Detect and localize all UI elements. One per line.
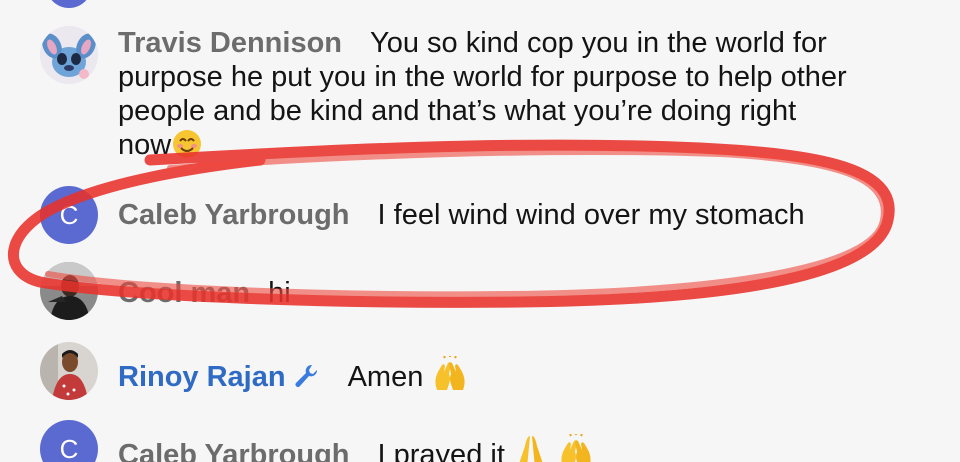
stitch-avatar-image	[40, 26, 98, 84]
chat-message: Travis Dennison You so kind cop you in th…	[0, 26, 960, 166]
cool-man-avatar-image	[40, 262, 98, 320]
message-text-line-3: people and be kind and that’s what you’r…	[118, 95, 797, 127]
message-body: Rinoy Rajan Amen	[118, 355, 928, 400]
message-text: Amen	[347, 361, 424, 393]
message-text-line-4: now	[118, 129, 172, 161]
smiling-face-icon	[171, 128, 203, 168]
author-name[interactable]: Rinoy Rajan	[118, 361, 320, 393]
message-body: Cool man hi	[118, 276, 928, 310]
author-name[interactable]: Travis Dennison	[118, 27, 342, 59]
chat-message: C Caleb Yarbrough I prayed it	[0, 420, 960, 462]
author-name[interactable]: Caleb Yarbrough	[118, 199, 350, 231]
message-text-line-1: You so kind cop you in the world for	[370, 27, 827, 59]
chat-message: C Caleb Yarbrough I feel wind wind over m…	[0, 186, 960, 246]
avatar[interactable]	[40, 26, 98, 84]
avatar[interactable]: C	[40, 186, 98, 244]
live-chat-panel: Travis Dennison You so kind cop you in th…	[0, 0, 960, 462]
message-text: hi	[268, 277, 291, 309]
moderator-wrench-icon	[292, 362, 320, 398]
message-text: I feel wind wind over my stomach	[377, 199, 805, 231]
avatar[interactable]	[40, 342, 98, 400]
chat-message: Rinoy Rajan Amen	[0, 342, 960, 402]
message-body: Travis Dennison You so kind cop you in th…	[118, 26, 928, 168]
raising-hands-icon	[431, 355, 469, 400]
message-body: Caleb Yarbrough I prayed it	[118, 433, 928, 462]
avatar[interactable]	[40, 262, 98, 320]
avatar[interactable]: C	[40, 420, 98, 462]
author-name[interactable]: Cool man	[118, 277, 250, 309]
author-name-text: Rinoy Rajan	[118, 361, 286, 393]
raising-hands-icon	[557, 433, 595, 462]
previous-message-avatar[interactable]	[46, 0, 92, 8]
chat-message: Cool man hi	[0, 262, 960, 322]
author-name[interactable]: Caleb Yarbrough	[118, 439, 350, 462]
message-body: Caleb Yarbrough I feel wind wind over my …	[118, 198, 928, 232]
folded-hands-icon	[513, 434, 549, 462]
rinoy-avatar-image	[40, 342, 98, 400]
message-text-line-2: purpose he put you in the world for purp…	[118, 61, 847, 93]
message-text: I prayed it	[377, 439, 505, 462]
